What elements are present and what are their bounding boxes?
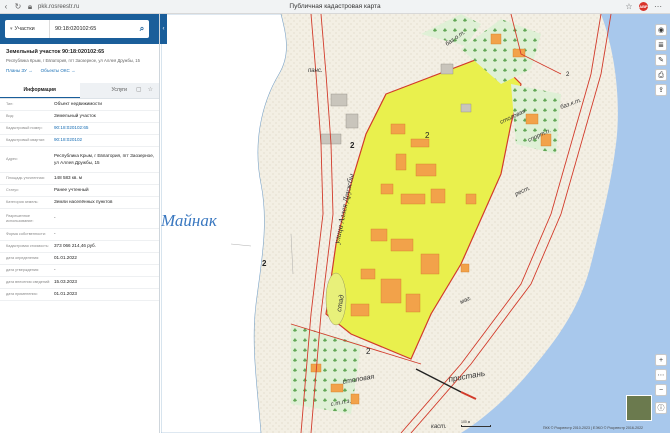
collapse-panel-button[interactable]: ‹ (160, 14, 167, 44)
info-row: Кадастровый квартал: 90:18:020102 (0, 135, 159, 147)
search-type-label: Участки (14, 26, 35, 32)
info-key: Кадастровый номер: (6, 126, 43, 131)
map-label-lake: Майнак (161, 211, 218, 230)
share-icon[interactable]: ⇪ (655, 84, 667, 96)
info-key: Разрешенное использование: (6, 213, 34, 223)
plans-link[interactable]: Планы ЗУ → (6, 68, 33, 73)
info-key: Адрес: (6, 157, 18, 162)
info-row: Кадастровый номер: 90:18:020102:65 (0, 123, 159, 135)
address-bar[interactable]: pkk.rosreestr.ru (38, 4, 79, 10)
info-value: Ранее учтенный (54, 187, 89, 193)
object-title: Земельный участок 90:18:020102:65 (6, 49, 105, 55)
scale-label: 100 м (461, 420, 471, 424)
adblock-icon[interactable]: ABP (639, 2, 648, 11)
info-key: дата внесения сведений: (6, 280, 51, 285)
page-title: Публичная кадастровая карта (289, 3, 381, 10)
ruler-icon[interactable]: ✎ (655, 54, 667, 66)
lock-icon: 🔒︎ (27, 1, 33, 11)
menu-icon[interactable]: ⋯ (652, 2, 664, 11)
star-icon[interactable]: ☆ (623, 2, 635, 11)
info-value: - (54, 267, 56, 273)
zoom-in-button[interactable]: + (655, 354, 667, 366)
object-tools: ▢ ☆ (136, 86, 153, 93)
info-value: Республика Крым, г Евпатория, пгт Заозер… (54, 153, 155, 165)
basemap-icon[interactable]: ◉ (655, 24, 667, 36)
oks-link[interactable]: Объекты ОКС → (41, 68, 76, 73)
satellite-thumbnail[interactable] (626, 395, 652, 421)
chevron-down-icon: ▾ (10, 26, 13, 32)
info-row: дата применения: 01.01.2023 (0, 289, 159, 301)
map-canvas: ♣ (161, 14, 670, 433)
cadastral-quarter-link[interactable]: 90:18:020102 (54, 135, 159, 145)
info-key: Кадастровая стоимость: (6, 244, 49, 249)
map-number-2: 2 (425, 131, 430, 140)
info-value: - (54, 231, 56, 237)
info-panel: ▾ Участки ⌕ Земельный участок 90:18:0201… (0, 14, 160, 433)
info-value: Объект недвижимости (54, 101, 102, 107)
info-key: дата применения: (6, 292, 38, 297)
map-label-kast: каст. (431, 424, 447, 430)
info-key: Площадь уточненная: (6, 176, 45, 181)
cadastral-number-link[interactable]: 90:18:020102:65 (54, 123, 159, 133)
info-key: дата определения: (6, 256, 40, 261)
layers-icon[interactable]: ≣ (655, 39, 667, 51)
info-row: Кадастровая стоимость: 373 066 214,46 руб… (0, 241, 159, 253)
info-row: Площадь уточненная: 148 583 кв. м (0, 173, 159, 185)
info-value: 148 583 кв. м (54, 175, 83, 181)
info-row: дата утверждения: - (0, 265, 159, 277)
info-row: дата определения: 01.01.2022 (0, 253, 159, 265)
info-table: Тип: Объект недвижимости Вид: Земельный уч… (0, 99, 159, 301)
map-number-2: 2 (350, 141, 355, 150)
info-key: Статус: (6, 188, 20, 193)
info-icon[interactable]: ⓘ (655, 402, 667, 414)
search-type-select[interactable]: ▾ Участки (5, 20, 50, 38)
info-row: Форма собственности: - (0, 229, 159, 241)
info-value: 373 066 214,46 руб. (54, 243, 96, 249)
copyright-text: ПКК © Росреестр 2010-2023 | ЕЭКО © Росре… (542, 426, 644, 430)
search-bar: ▾ Участки ⌕ (0, 14, 159, 44)
info-value: - (54, 215, 56, 221)
info-row: дата внесения сведений: 15.03.2023 (0, 277, 159, 289)
info-row: Тип: Объект недвижимости (0, 99, 159, 111)
reload-icon[interactable]: ↻ (12, 2, 24, 11)
info-value: Земельный участок (54, 113, 96, 119)
info-row: Разрешенное использование: - (0, 209, 159, 229)
star-icon[interactable]: ☆ (148, 86, 153, 93)
info-key: Форма собственности: (6, 232, 46, 237)
info-value: Земли населённых пунктов (54, 199, 113, 205)
info-key: Категория земель: (6, 200, 39, 205)
cadastral-map[interactable]: ♣ (161, 14, 670, 433)
info-key: дата утверждения: (6, 268, 40, 273)
print-icon[interactable]: ⎙ (655, 69, 667, 81)
zoom-out-button[interactable]: − (655, 384, 667, 396)
map-label-pans: панс. (308, 68, 323, 74)
info-row: Адрес: Республика Крым, г Евпатория, пгт … (0, 147, 159, 173)
back-icon[interactable]: ‹ (0, 2, 12, 11)
info-row: Вид: Земельный участок (0, 111, 159, 123)
map-number-2: 2 (262, 259, 267, 268)
map-number-2: 2 (366, 347, 371, 356)
info-row: Категория земель: Земли населённых пункто… (0, 197, 159, 209)
browser-toolbar: ‹ ↻ 🔒︎ pkk.rosreestr.ru Публичная кадаст… (0, 0, 670, 14)
copy-icon[interactable]: ▢ (136, 86, 142, 93)
info-key: Тип: (6, 102, 14, 107)
search-input[interactable] (50, 20, 135, 38)
object-header: Земельный участок 90:18:020102:65 Респуб… (0, 44, 159, 75)
info-row: Статус: Ранее учтенный (0, 185, 159, 197)
search-box: ▾ Участки ⌕ (5, 20, 149, 38)
info-key: Вид: (6, 114, 14, 119)
info-value: 15.03.2023 (54, 279, 77, 285)
search-icon[interactable]: ⌕ (135, 24, 149, 34)
scale-bar: 100 м (461, 420, 491, 427)
tab-info[interactable]: Информация (0, 83, 80, 98)
info-value: 01.01.2022 (54, 255, 77, 261)
info-value: 01.01.2023 (54, 291, 77, 297)
zoom-level-icon: ⋯ (655, 369, 667, 381)
info-key: Кадастровый квартал: (6, 138, 46, 143)
object-address: Республика Крым, г Евпатория, пгт Заозер… (6, 58, 140, 63)
